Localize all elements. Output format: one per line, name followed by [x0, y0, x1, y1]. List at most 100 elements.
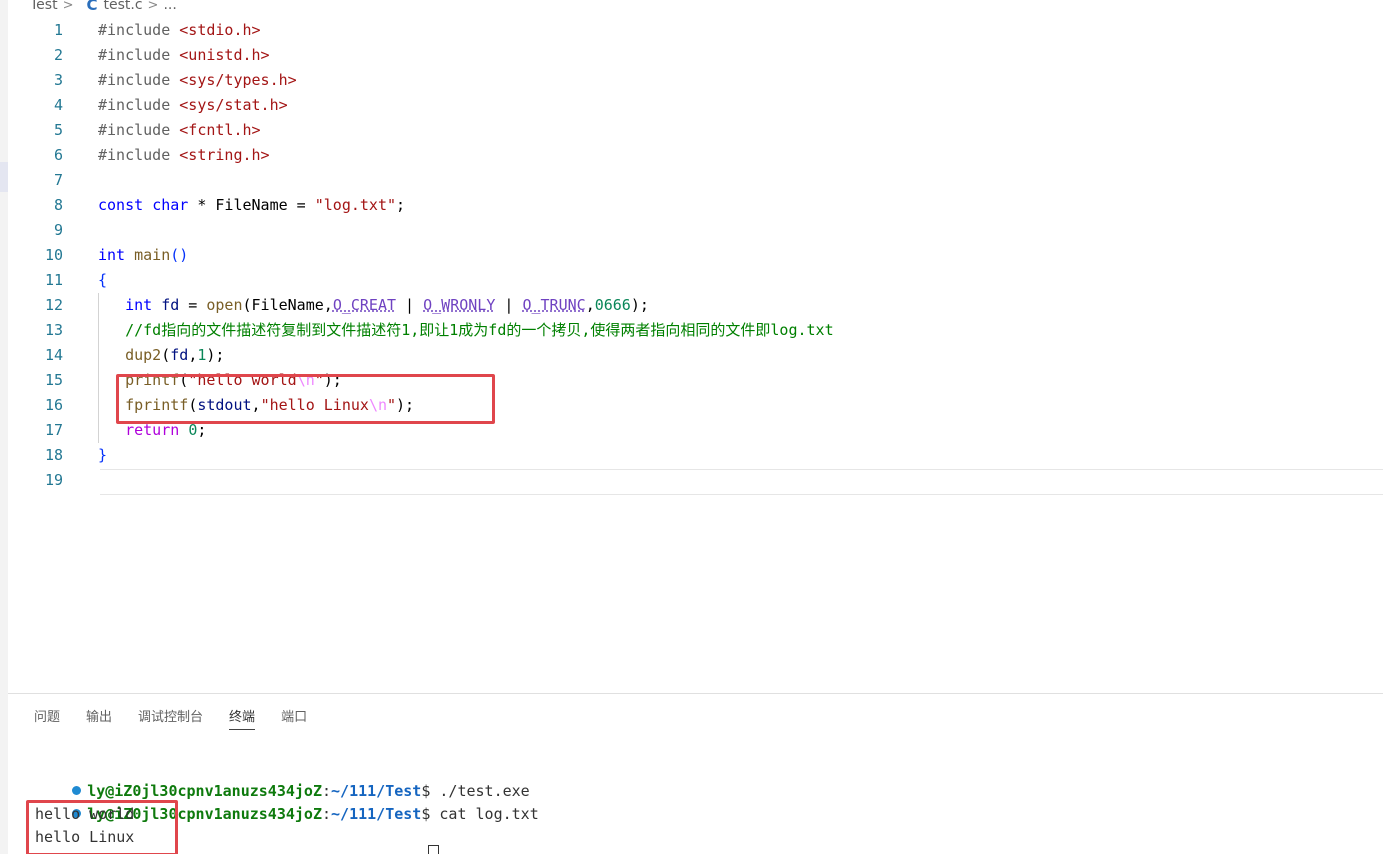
- token: <fcntl.h>: [179, 121, 261, 139]
- highlight-box: [116, 374, 495, 424]
- line-number: 6: [53, 146, 63, 164]
- line-number: 3: [53, 71, 63, 89]
- code-text: {: [98, 268, 107, 293]
- c-file-icon: C: [86, 0, 98, 14]
- line-number: 8: [53, 196, 63, 214]
- tab-terminal[interactable]: 终端: [229, 706, 256, 730]
- code-text: #include <sys/types.h>: [98, 68, 297, 93]
- tab-output[interactable]: 输出: [86, 706, 112, 730]
- activity-marker: [0, 162, 8, 192]
- line-number: 7: [53, 171, 63, 189]
- token: #include: [98, 21, 180, 39]
- breadcrumb-separator: >: [62, 0, 74, 13]
- tab-debug-console[interactable]: 调试控制台: [138, 706, 203, 730]
- token: {: [98, 271, 108, 289]
- line-number: 5: [53, 121, 63, 139]
- line-number: 16: [44, 396, 63, 414]
- terminal-cursor: [428, 844, 439, 854]
- code-line[interactable]: 18 }: [8, 443, 1383, 468]
- breadcrumb-folder[interactable]: Test: [30, 0, 58, 13]
- tab-ports[interactable]: 端口: [281, 706, 307, 730]
- token: #include: [98, 121, 180, 139]
- code-text: int fd = open(FileName,O_CREAT | O_WRONL…: [98, 293, 649, 318]
- code-line[interactable]: 1 #include <stdio.h>: [8, 18, 1383, 43]
- code-line[interactable]: 8 const char * FileName = "log.txt";: [8, 193, 1383, 218]
- line-number: 19: [44, 471, 63, 489]
- code-line[interactable]: 13 //fd指向的文件描述符复制到文件描述符1,即让1成为fd的一个拷贝,使得…: [8, 318, 1383, 343]
- token: #include: [98, 146, 180, 164]
- terminal-colon: :: [322, 805, 332, 823]
- code-text: int main(): [98, 243, 188, 268]
- line-number: 12: [44, 296, 63, 314]
- line-number: 17: [44, 421, 63, 439]
- line-number: 13: [44, 321, 63, 339]
- code-line[interactable]: 4 #include <sys/stat.h>: [8, 93, 1383, 118]
- breadcrumb-symbol[interactable]: ...: [163, 0, 176, 13]
- code-line[interactable]: 6 #include <string.h>: [8, 143, 1383, 168]
- token: #include: [98, 96, 180, 114]
- token: fd: [170, 346, 189, 364]
- code-line[interactable]: 10 int main(): [8, 243, 1383, 268]
- token: }: [98, 446, 108, 464]
- code-line[interactable]: 11 {: [8, 268, 1383, 293]
- token: "log.txt": [314, 196, 397, 214]
- token: =: [287, 196, 315, 214]
- line-number: 14: [44, 346, 63, 364]
- terminal-prompt: $: [421, 805, 440, 823]
- code-text: #include <string.h>: [98, 143, 270, 168]
- code-text: const char * FileName = "log.txt";: [98, 193, 405, 218]
- bottom-panel: 问题 输出 调试控制台 终端 端口 ly@iZ0jl30cpnv1anuzs43…: [8, 693, 1383, 854]
- token: <unistd.h>: [179, 46, 270, 64]
- token: dup2: [125, 346, 162, 364]
- token: <string.h>: [179, 146, 270, 164]
- breadcrumb-separator: >: [147, 0, 159, 13]
- token: );: [630, 296, 649, 314]
- code-line[interactable]: 14 dup2(fd,1);: [8, 343, 1383, 368]
- tab-problems[interactable]: 问题: [34, 706, 60, 730]
- token: =: [179, 296, 207, 314]
- code-line[interactable]: 2 #include <unistd.h>: [8, 43, 1383, 68]
- code-text: #include <sys/stat.h>: [98, 93, 288, 118]
- token: ,: [323, 296, 333, 314]
- token: (: [161, 346, 171, 364]
- code-editor[interactable]: 1 #include <stdio.h> 2 #include <unistd.…: [8, 18, 1383, 498]
- token: <sys/stat.h>: [179, 96, 288, 114]
- code-line[interactable]: 9: [8, 218, 1383, 243]
- token: );: [206, 346, 225, 364]
- token: |: [396, 296, 424, 314]
- code-line[interactable]: 12 int fd = open(FileName,O_CREAT | O_WR…: [8, 293, 1383, 318]
- token: int: [125, 296, 153, 314]
- panel-tabs: 问题 输出 调试控制台 终端 端口: [34, 706, 333, 730]
- token: const: [98, 196, 144, 214]
- token: fd: [161, 296, 180, 314]
- code-line[interactable]: 7: [8, 168, 1383, 193]
- token: ,: [188, 346, 198, 364]
- token: *: [188, 196, 216, 214]
- line-number: 2: [53, 46, 63, 64]
- code-line[interactable]: 3 #include <sys/types.h>: [8, 68, 1383, 93]
- token: 0666: [594, 296, 631, 314]
- terminal-path: ~/111/Test: [331, 805, 422, 823]
- highlight-box: [26, 800, 178, 854]
- activity-strip: [0, 0, 8, 854]
- code-text: #include <stdio.h>: [98, 18, 261, 43]
- cursor-icon: [428, 845, 439, 854]
- token: |: [495, 296, 523, 314]
- token: open: [206, 296, 243, 314]
- token: FileName: [251, 296, 324, 314]
- token: char: [152, 196, 189, 214]
- breadcrumb-file[interactable]: test.c: [104, 0, 143, 13]
- line-number: 18: [44, 446, 63, 464]
- token: <sys/types.h>: [179, 71, 297, 89]
- token: O_CREAT: [332, 296, 397, 314]
- code-comment: //fd指向的文件描述符复制到文件描述符1,即让1成为fd的一个拷贝,使得两者指…: [125, 321, 834, 339]
- code-text: #include <unistd.h>: [98, 43, 270, 68]
- token: FileName: [215, 196, 288, 214]
- current-line-highlight: [100, 469, 1383, 495]
- code-line[interactable]: 5 #include <fcntl.h>: [8, 118, 1383, 143]
